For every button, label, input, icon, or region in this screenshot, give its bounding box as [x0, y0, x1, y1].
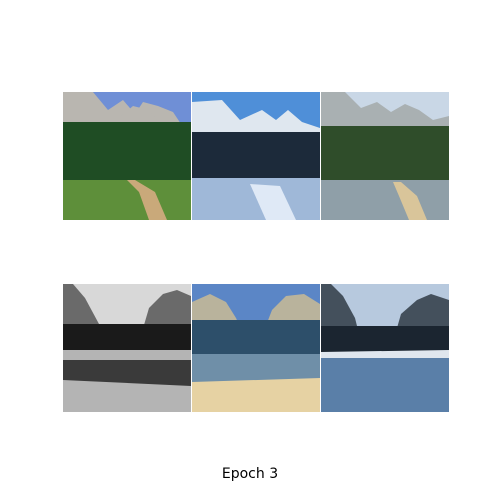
image-tile-meadow-translated-to-winter [192, 92, 320, 220]
image-tile-lake-reconstructed [321, 284, 449, 412]
image-tile-meadow-reconstructed [321, 92, 449, 220]
figure-caption: Epoch 3 [221, 466, 279, 482]
image-tile-summer-meadow-input [63, 92, 191, 220]
image-tile-winter-lake-input [63, 284, 191, 412]
image-tile-lake-translated-to-summer [192, 284, 320, 412]
